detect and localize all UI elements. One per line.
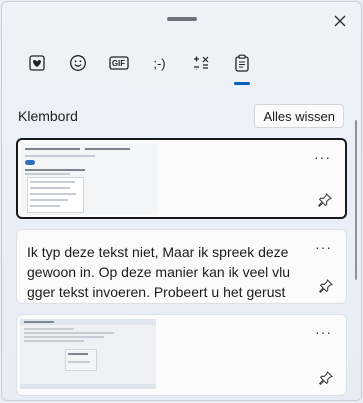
clipboard-item-image[interactable]: ···	[16, 138, 347, 219]
gif-label: GIF	[111, 58, 126, 68]
clear-all-button[interactable]: Alles wissen	[254, 104, 344, 128]
tab-gif[interactable]: GIF	[98, 46, 139, 80]
clipboard-text: Ik typ deze tekst niet, Maar ik spreek d…	[27, 244, 291, 300]
tab-emoji[interactable]	[57, 46, 98, 80]
heart-sticker-icon	[28, 55, 45, 71]
emoji-icon	[69, 55, 86, 71]
close-icon	[334, 15, 346, 27]
screenshot-thumbnail	[20, 319, 156, 389]
drag-handle[interactable]	[167, 17, 197, 21]
clipboard-panel: GIF ;-) Klembord Alles wissen ··· Ik typ…	[1, 1, 362, 401]
category-tabs: GIF ;-)	[16, 46, 262, 86]
screenshot-thumbnail	[21, 143, 157, 215]
close-button[interactable]	[329, 10, 351, 32]
clipboard-list: ··· Ik typ deze tekst niet, Maar ik spre…	[16, 138, 347, 400]
pin-icon[interactable]	[319, 279, 333, 293]
clipboard-item-text[interactable]: Ik typ deze tekst niet, Maar ik spreek d…	[16, 229, 347, 304]
clipboard-icon	[234, 54, 249, 72]
tab-favorites[interactable]	[16, 46, 57, 80]
scrollbar[interactable]	[355, 120, 357, 280]
symbols-icon	[193, 56, 208, 70]
more-options-button[interactable]: ···	[315, 325, 332, 339]
clipboard-title: Klembord	[18, 108, 78, 124]
more-options-button[interactable]: ···	[315, 240, 332, 254]
clipboard-item-image[interactable]: ···	[16, 314, 347, 396]
pin-icon[interactable]	[319, 371, 333, 385]
tab-symbols[interactable]	[180, 46, 221, 80]
tab-clipboard[interactable]	[221, 46, 262, 85]
tab-kaomoji[interactable]: ;-)	[139, 46, 180, 80]
kaomoji-icon: ;-)	[153, 55, 166, 71]
more-options-button[interactable]: ···	[314, 150, 331, 164]
pin-icon[interactable]	[318, 193, 332, 207]
